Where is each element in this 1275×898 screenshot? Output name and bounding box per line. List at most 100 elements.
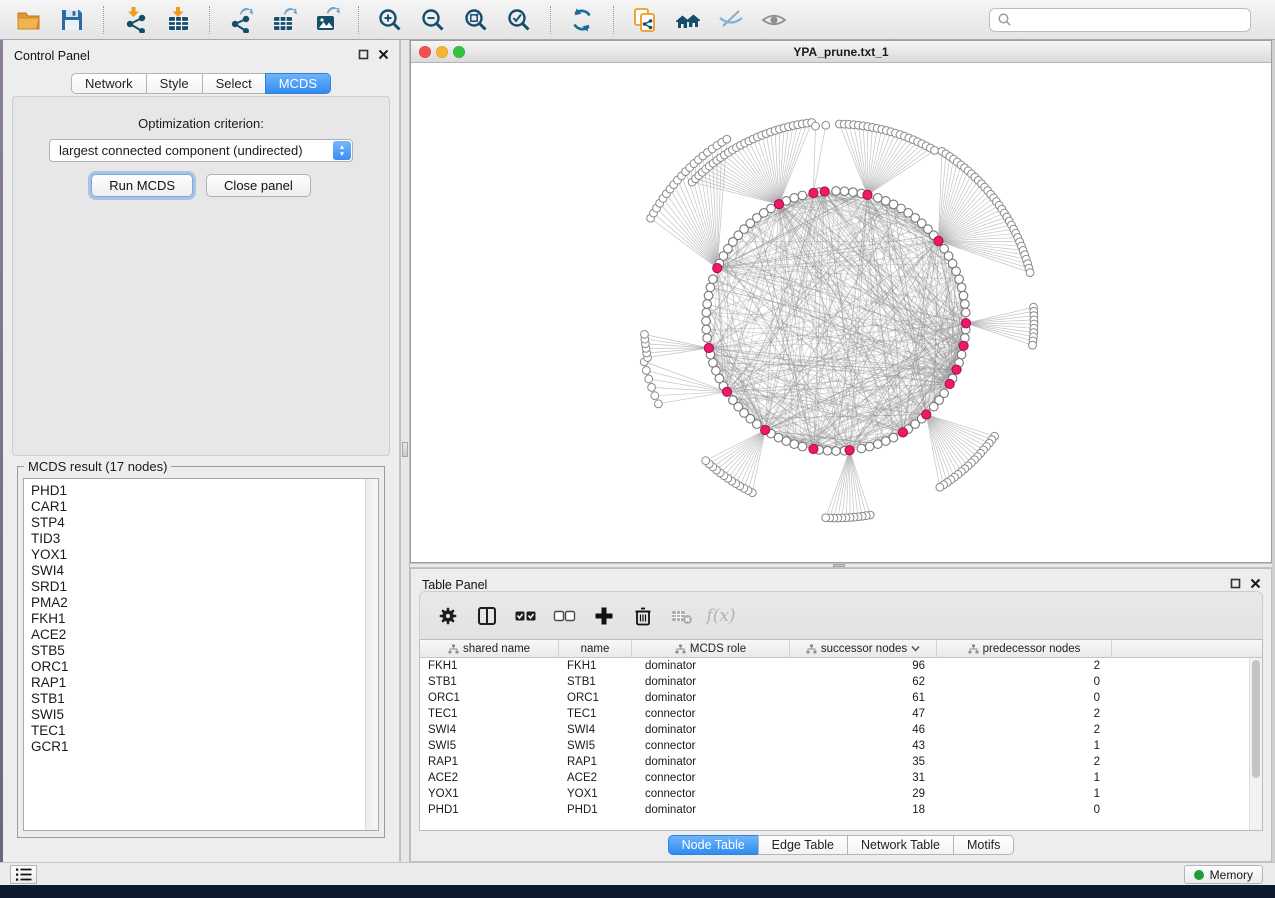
network-node[interactable] xyxy=(709,275,718,284)
table-cell[interactable]: 46 xyxy=(790,722,937,738)
network-node[interactable] xyxy=(961,308,970,317)
close-window-traffic-light[interactable] xyxy=(419,46,431,58)
column-header-name[interactable]: name xyxy=(559,640,632,657)
column-header-successor-nodes[interactable]: successor nodes xyxy=(790,640,937,657)
table-cell[interactable]: YOX1 xyxy=(559,786,632,802)
network-node[interactable] xyxy=(729,396,738,405)
network-node[interactable] xyxy=(873,440,882,449)
close-panel-button[interactable]: Close panel xyxy=(206,174,311,197)
table-row[interactable]: RAP1RAP1dominator352 xyxy=(420,754,1249,770)
network-node[interactable] xyxy=(961,300,970,309)
network-node[interactable] xyxy=(849,188,858,197)
network-mcds-node[interactable] xyxy=(820,187,829,196)
network-node[interactable] xyxy=(704,291,713,300)
network-node[interactable] xyxy=(702,308,711,317)
table-cell[interactable]: 31 xyxy=(790,770,937,786)
mcds-result-scrollbar[interactable] xyxy=(365,479,378,830)
network-node[interactable] xyxy=(706,283,715,292)
zoom-fit-icon[interactable] xyxy=(457,4,495,36)
network-mcds-node[interactable] xyxy=(809,188,818,197)
network-node[interactable] xyxy=(712,366,721,375)
network-node[interactable] xyxy=(929,402,938,411)
network-node[interactable] xyxy=(654,400,662,408)
network-canvas[interactable] xyxy=(411,63,1271,562)
table-cell[interactable]: 61 xyxy=(790,690,937,706)
task-history-button[interactable] xyxy=(10,865,37,884)
table-cell[interactable]: 2 xyxy=(937,706,1112,722)
table-cell[interactable]: dominator xyxy=(632,674,790,690)
table-cell[interactable]: RAP1 xyxy=(559,754,632,770)
table-cell[interactable]: STB1 xyxy=(420,674,559,690)
tab-mcds[interactable]: MCDS xyxy=(265,73,331,94)
mcds-result-list[interactable]: PHD1CAR1STP4TID3YOX1SWI4SRD1PMA2FKH1ACE2… xyxy=(23,478,379,831)
table-cell[interactable]: 0 xyxy=(937,802,1112,818)
table-cell[interactable]: connector xyxy=(632,770,790,786)
column-header-predecessor-nodes[interactable]: predecessor nodes xyxy=(937,640,1112,657)
deselect-all-icon[interactable] xyxy=(553,604,577,628)
mcds-result-item[interactable]: SWI4 xyxy=(31,563,358,579)
table-cell[interactable]: 2 xyxy=(937,658,1112,674)
network-mcds-node[interactable] xyxy=(945,379,954,388)
mcds-result-item[interactable]: TEC1 xyxy=(31,723,358,739)
mcds-result-item[interactable]: CAR1 xyxy=(31,499,358,515)
refresh-icon[interactable] xyxy=(563,4,601,36)
table-row[interactable]: YOX1YOX1connector291 xyxy=(420,786,1249,802)
table-cell[interactable]: dominator xyxy=(632,754,790,770)
run-mcds-button[interactable]: Run MCDS xyxy=(91,174,193,197)
mcds-result-item[interactable]: STP4 xyxy=(31,515,358,531)
table-row[interactable]: ACE2ACE2connector311 xyxy=(420,770,1249,786)
network-node[interactable] xyxy=(790,194,799,203)
table-cell[interactable]: connector xyxy=(632,786,790,802)
network-node[interactable] xyxy=(798,191,807,200)
table-tab-network-table[interactable]: Network Table xyxy=(847,835,954,855)
table-cell[interactable]: 96 xyxy=(790,658,937,674)
table-cell[interactable]: 29 xyxy=(790,786,937,802)
table-cell[interactable]: SWI4 xyxy=(559,722,632,738)
network-node[interactable] xyxy=(840,187,849,196)
network-node[interactable] xyxy=(1026,269,1034,277)
maximize-window-traffic-light[interactable] xyxy=(453,46,465,58)
table-tab-node-table[interactable]: Node Table xyxy=(668,835,759,855)
memory-button[interactable]: Memory xyxy=(1184,865,1263,884)
column-header-MCDS-role[interactable]: MCDS role xyxy=(632,640,790,657)
network-node[interactable] xyxy=(648,383,656,391)
table-cell[interactable]: connector xyxy=(632,706,790,722)
network-node[interactable] xyxy=(1029,341,1037,349)
search-input[interactable] xyxy=(1017,13,1243,27)
network-mcds-node[interactable] xyxy=(952,365,961,374)
network-node[interactable] xyxy=(651,392,659,400)
network-node[interactable] xyxy=(823,446,832,455)
network-node[interactable] xyxy=(832,447,841,456)
network-node[interactable] xyxy=(822,514,830,522)
network-node[interactable] xyxy=(957,350,966,359)
network-mcds-node[interactable] xyxy=(722,387,731,396)
network-mcds-node[interactable] xyxy=(809,444,818,453)
mcds-result-item[interactable]: PHD1 xyxy=(31,483,358,499)
table-cell[interactable]: ACE2 xyxy=(559,770,632,786)
show-columns-icon[interactable] xyxy=(475,604,499,628)
table-row[interactable]: SWI4SWI4dominator462 xyxy=(420,722,1249,738)
network-mcds-node[interactable] xyxy=(922,410,931,419)
network-node[interactable] xyxy=(931,146,939,154)
network-node[interactable] xyxy=(952,267,961,276)
table-cell[interactable]: TEC1 xyxy=(559,706,632,722)
table-cell[interactable]: 1 xyxy=(937,770,1112,786)
table-cell[interactable]: 0 xyxy=(937,690,1112,706)
table-cell[interactable]: connector xyxy=(632,738,790,754)
network-node[interactable] xyxy=(873,194,882,203)
table-cell[interactable]: RAP1 xyxy=(420,754,559,770)
tab-network[interactable]: Network xyxy=(71,73,147,94)
table-cell[interactable]: ACE2 xyxy=(420,770,559,786)
table-cell[interactable]: 62 xyxy=(790,674,937,690)
close-panel-icon[interactable] xyxy=(378,49,389,60)
show-all-icon[interactable] xyxy=(755,4,793,36)
float-table-panel-icon[interactable] xyxy=(1230,578,1241,589)
network-node[interactable] xyxy=(645,375,653,383)
network-node[interactable] xyxy=(955,275,964,284)
network-node[interactable] xyxy=(936,483,944,491)
table-cell[interactable]: PHD1 xyxy=(420,802,559,818)
network-node[interactable] xyxy=(642,367,650,375)
network-node[interactable] xyxy=(703,300,712,309)
table-cell[interactable]: dominator xyxy=(632,722,790,738)
network-node[interactable] xyxy=(703,334,712,343)
